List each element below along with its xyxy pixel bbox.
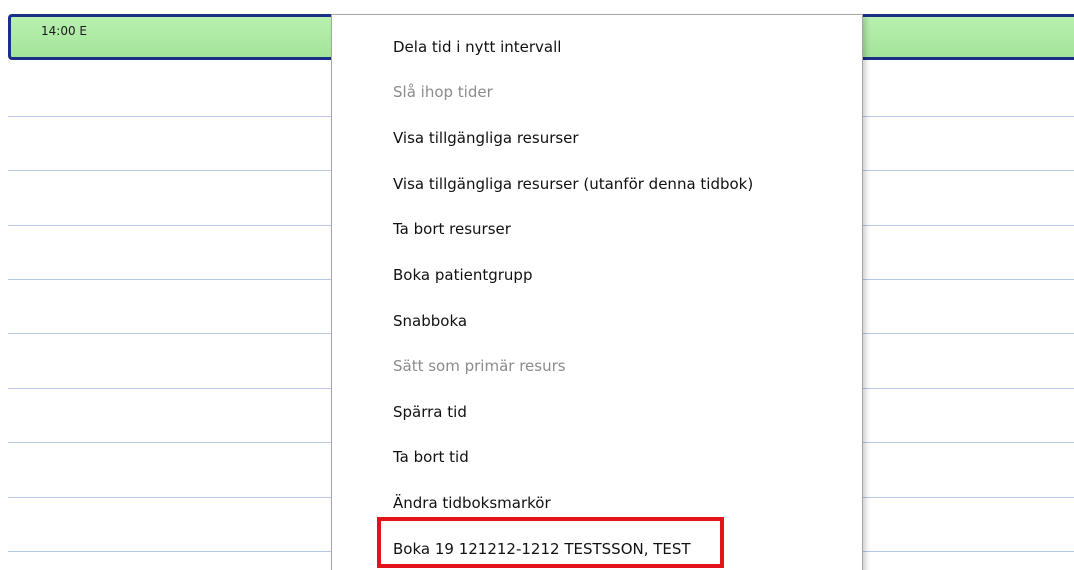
menu-item-label: Ta bort resurser (393, 220, 511, 238)
menu-item-label: Visa tillgängliga resurser (393, 129, 579, 147)
menu-item-book-patient-group[interactable]: Boka patientgrupp (332, 252, 862, 298)
menu-item-show-resources[interactable]: Visa tillgängliga resurser (332, 115, 862, 161)
time-slot-label: 14:00 E (41, 24, 87, 38)
menu-item-label: Visa tillgängliga resurser (utanför denn… (393, 175, 754, 193)
context-menu: Dela tid i nytt intervall Slå ihop tider… (331, 14, 863, 570)
menu-item-delete-time[interactable]: Ta bort tid (332, 434, 862, 480)
menu-item-label: Boka 19 121212-1212 TESTSSON, TEST (393, 540, 691, 558)
menu-item-set-primary-resource: Sätt som primär resurs (332, 343, 862, 389)
menu-item-merge-times: Slå ihop tider (332, 69, 862, 115)
menu-item-remove-resources[interactable]: Ta bort resurser (332, 206, 862, 252)
menu-item-label: Sätt som primär resurs (393, 357, 566, 375)
menu-item-label: Dela tid i nytt intervall (393, 38, 562, 56)
menu-item-label: Ändra tidboksmarkör (393, 494, 551, 512)
menu-item-label: Snabboka (393, 312, 468, 330)
menu-item-show-resources-outside[interactable]: Visa tillgängliga resurser (utanför denn… (332, 161, 862, 207)
menu-item-label: Slå ihop tider (393, 83, 493, 101)
schedule-view: 14:00 E Dela tid i nytt intervall Slå ih… (0, 0, 1074, 570)
menu-item-book-patient[interactable]: Boka 19 121212-1212 TESTSSON, TEST (332, 526, 862, 570)
menu-item-quick-book[interactable]: Snabboka (332, 298, 862, 344)
menu-item-block-time[interactable]: Spärra tid (332, 389, 862, 435)
menu-item-label: Boka patientgrupp (393, 266, 533, 284)
menu-item-label: Ta bort tid (393, 448, 469, 466)
menu-item-split-time[interactable]: Dela tid i nytt intervall (332, 24, 862, 70)
menu-item-label: Spärra tid (393, 403, 467, 421)
menu-item-change-marker[interactable]: Ändra tidboksmarkör (332, 480, 862, 526)
